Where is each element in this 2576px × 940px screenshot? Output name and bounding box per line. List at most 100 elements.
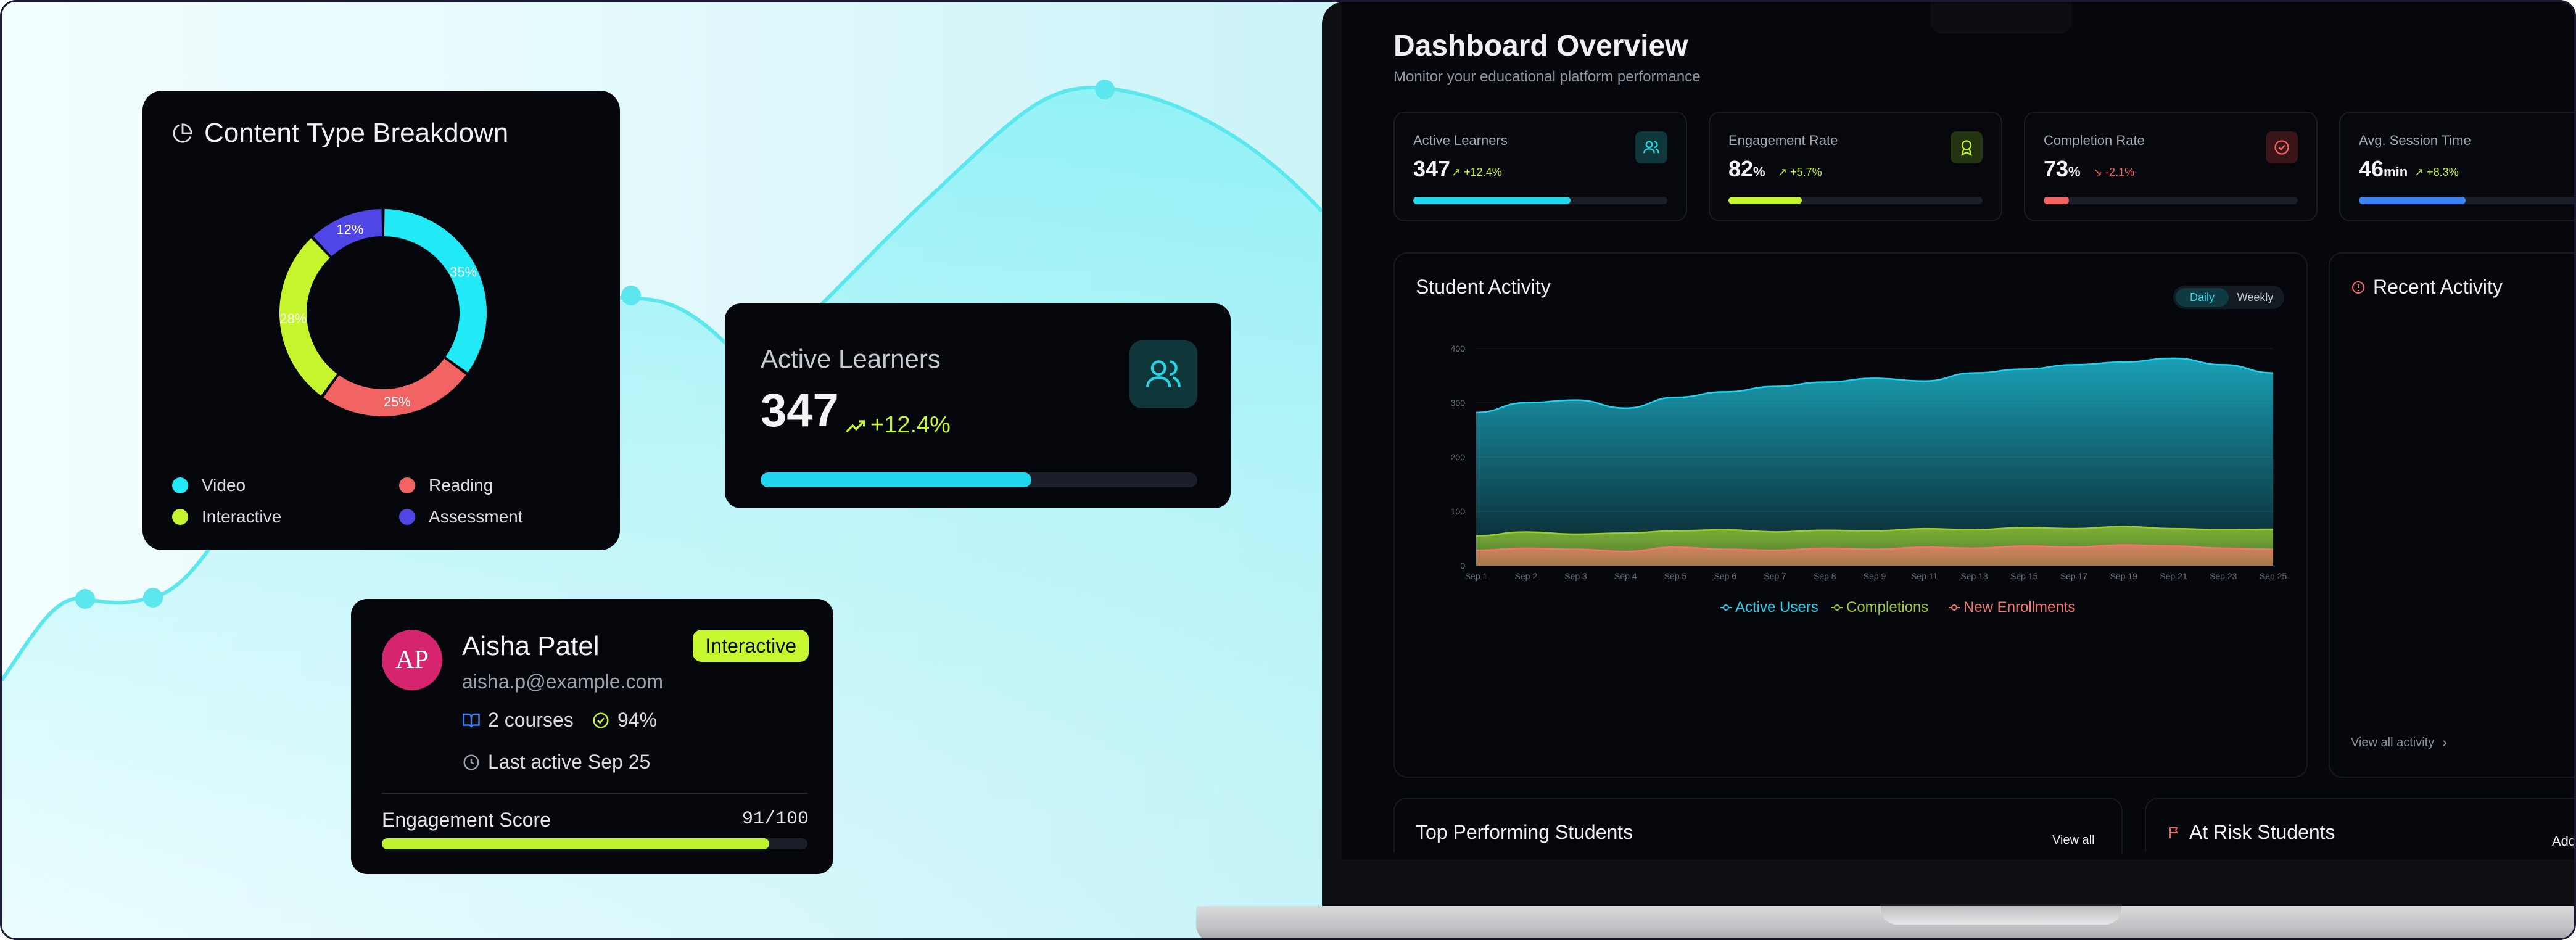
kpi-value: 82%	[1728, 156, 1765, 181]
kpi-value: 73%	[2044, 156, 2081, 181]
check-circle-icon	[2266, 131, 2298, 163]
progress-fill	[2359, 197, 2466, 204]
alert-circle-icon	[2352, 281, 2364, 294]
x-tick-label: Sep 9	[1864, 571, 1886, 581]
panel-title: At Risk Students	[2189, 821, 2335, 843]
kpi-progress	[2044, 197, 2298, 204]
laptop-opening-notch	[1881, 906, 2121, 925]
kpi-card-active-learners[interactable]: Active Learners 347 ↗ +12.4%	[1393, 112, 1687, 221]
progress-fill	[761, 472, 1031, 487]
kpi-change: ↗ +8.3%	[2414, 166, 2459, 178]
y-tick-label: 300	[1451, 398, 1466, 408]
toggle-daily[interactable]: Daily	[2176, 288, 2229, 307]
donut-slice-label: 12%	[336, 221, 363, 237]
kpi-label: Active Learners	[1413, 133, 1508, 148]
donut-slice-label: 35%	[450, 265, 477, 280]
kpi-value: 347	[1413, 156, 1451, 181]
engagement-progress	[382, 838, 807, 849]
x-tick-label: Sep 25	[2260, 571, 2287, 581]
top-students-panel: Top Performing Students View all	[1393, 798, 2123, 859]
range-toggle: Daily Weekly	[2173, 286, 2284, 309]
legend-item-reading: Reading	[399, 476, 493, 495]
active-learners-label: Active Learners	[761, 344, 941, 373]
kpi-change: ↘ -2.1%	[2093, 166, 2135, 178]
donut-slice-label: 28%	[279, 311, 307, 326]
legend-label: Active Users	[1735, 599, 1818, 616]
completion-text: 94%	[617, 709, 658, 731]
screen-bottom-edge	[1342, 853, 2574, 859]
active-learners-change: +12.4%	[846, 412, 951, 439]
view-all-students-button[interactable]: View all	[2052, 833, 2095, 847]
x-tick-label: Sep 7	[1764, 571, 1786, 581]
panel-title: Top Performing Students	[1416, 821, 1633, 843]
legend-label: New Enrollments	[1963, 599, 2075, 616]
progress-fill	[1413, 197, 1571, 204]
change-text: +12.4%	[870, 412, 951, 438]
donut-slice-label: 25%	[384, 394, 411, 410]
kpi-progress	[2359, 197, 2574, 204]
dashboard-screen: Dashboard Overview Monitor your educatio…	[1342, 2, 2574, 859]
chevron-right-icon	[2443, 740, 2447, 746]
x-tick-label: Sep 23	[2210, 571, 2237, 581]
divider	[382, 793, 807, 794]
chart-legend-item[interactable]: Completions	[1831, 599, 1928, 616]
x-tick-label: Sep 8	[1814, 571, 1836, 581]
x-tick-label: Sep 2	[1514, 571, 1537, 581]
kpi-card-engagement-rate[interactable]: Engagement Rate 82% ↗ +5.7%	[1709, 112, 2002, 221]
panel-title: Student Activity	[1416, 276, 1551, 298]
chart-legend-item[interactable]: New Enrollments	[1949, 599, 2075, 616]
legend-item-assessment: Assessment	[399, 507, 523, 527]
at-risk-panel: At Risk Students Add	[2145, 798, 2574, 859]
wave-point	[1095, 80, 1115, 99]
x-tick-label: Sep 5	[1664, 571, 1687, 581]
donut-slice-video[interactable]	[384, 209, 487, 373]
y-tick-label: 200	[1451, 452, 1466, 462]
legend-swatch	[399, 509, 415, 525]
legend-swatch	[399, 477, 415, 493]
legend-label: Reading	[429, 476, 493, 495]
avatar: AP	[382, 630, 442, 690]
progress-fill	[1728, 197, 1802, 204]
engagement-value: 91/100	[741, 809, 809, 830]
student-name: Aisha Patel	[462, 631, 600, 661]
x-tick-label: Sep 19	[2110, 571, 2138, 581]
book-open-icon	[463, 713, 480, 727]
last-active-text: Last active Sep 25	[488, 751, 651, 773]
active-learners-progress	[761, 472, 1197, 487]
content-breakdown-title: Content Type Breakdown	[172, 118, 508, 149]
wave-point	[621, 286, 641, 305]
x-tick-label: Sep 21	[2160, 571, 2187, 581]
legend-swatch	[172, 509, 188, 525]
users-icon	[1635, 131, 1667, 163]
x-tick-label: Sep 15	[2010, 571, 2038, 581]
x-tick-label: Sep 17	[2060, 571, 2088, 581]
chart-legend-item[interactable]: Active Users	[1720, 599, 1818, 616]
clock-icon	[463, 754, 479, 770]
x-tick-label: Sep 4	[1614, 571, 1637, 581]
toggle-weekly[interactable]: Weekly	[2229, 288, 2282, 307]
content-donut-chart: 35% 25% 28% 12%	[279, 209, 487, 416]
legend-label: Assessment	[429, 507, 523, 526]
kpi-card-avg-session-time[interactable]: Avg. Session Time 46min ↗ +8.3%	[2339, 112, 2574, 221]
legend-label: Video	[202, 476, 246, 495]
active-learners-card[interactable]: Active Learners 347 +12.4%	[725, 303, 1231, 508]
view-all-activity-link[interactable]: View all activity	[2351, 736, 2449, 750]
flag-icon	[2169, 827, 2178, 838]
student-card[interactable]: AP Aisha Patel aisha.p@example.com Inter…	[351, 599, 833, 874]
wave-point	[143, 588, 163, 608]
pie-chart-icon	[173, 123, 192, 143]
hero-canvas: Content Type Breakdown 35% 25% 28% 12% Vide…	[0, 0, 2576, 940]
courses-count: 2 courses	[462, 709, 574, 732]
award-icon	[1951, 131, 1983, 163]
kpi-card-completion-rate[interactable]: Completion Rate 73% ↘ -2.1%	[2024, 112, 2318, 221]
kpi-change: ↗ +5.7%	[1778, 166, 1822, 178]
trend-up-icon	[846, 419, 865, 432]
panel-title: Recent Activity	[2373, 276, 2503, 298]
legend-item-interactive: Interactive	[172, 507, 281, 527]
page-title: Dashboard Overview	[1393, 30, 1688, 62]
completion-stat: 94%	[592, 709, 657, 732]
progress-fill	[2044, 197, 2070, 204]
wave-point	[75, 589, 95, 609]
x-tick-label: Sep 6	[1714, 571, 1736, 581]
add-button[interactable]: Add	[2552, 833, 2574, 849]
